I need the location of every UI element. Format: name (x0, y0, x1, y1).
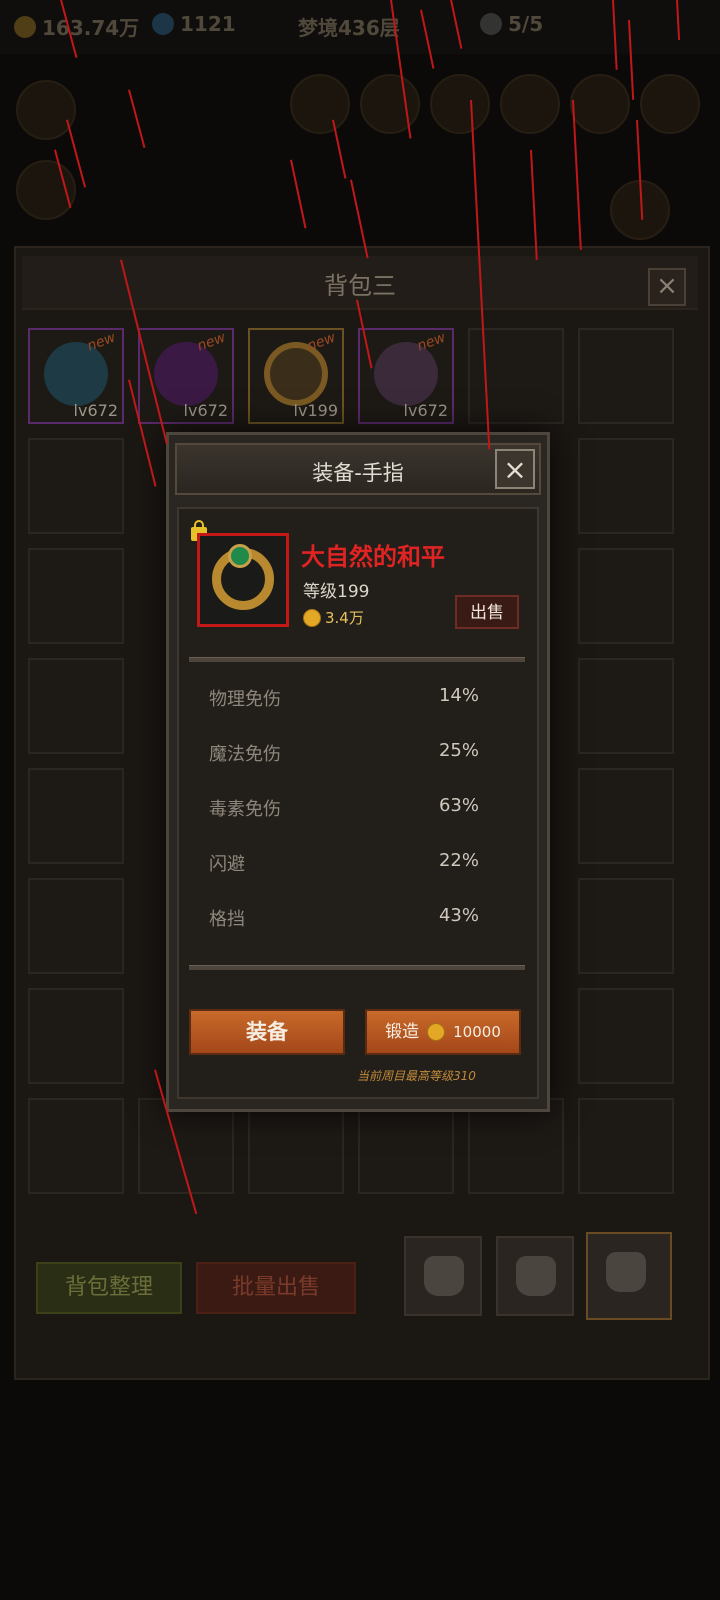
stat-row: 物理免伤 14% (209, 685, 479, 710)
sort-backpack-button[interactable]: 背包整理 (36, 1262, 182, 1314)
gem-counter: 1121 (152, 12, 236, 36)
bag-slot[interactable] (578, 878, 674, 974)
item-price: 3.4万 (303, 607, 364, 628)
skill-icon (570, 74, 630, 134)
modal-title: 装备-手指 (312, 461, 404, 485)
bag-slot[interactable] (358, 1098, 454, 1194)
backpack-close-button[interactable]: × (648, 268, 686, 306)
skill-icon (430, 74, 490, 134)
forge-button[interactable]: 锻造 10000 (365, 1009, 521, 1055)
max-level-note: 当前周目最高等级310 (357, 1069, 476, 1083)
modal-close-button[interactable]: × (495, 449, 535, 489)
batch-sell-button[interactable]: 批量出售 (196, 1262, 356, 1314)
skill-icon (500, 74, 560, 134)
bag-slot[interactable] (468, 1098, 564, 1194)
backpack-header: 背包三 × (22, 256, 698, 310)
bag-slot[interactable] (28, 658, 124, 754)
sell-button[interactable]: 出售 (455, 595, 519, 629)
coin-icon (427, 1023, 446, 1041)
gold-counter: 163.74万 (14, 12, 139, 41)
backpack-icon (516, 1256, 556, 1296)
bag-slot[interactable] (28, 768, 124, 864)
bag-slot[interactable] (28, 548, 124, 644)
gem-icon (228, 544, 252, 568)
divider (189, 657, 525, 662)
bag-slot[interactable] (578, 1098, 674, 1194)
bag-slot[interactable]: new lv672 (358, 328, 454, 424)
bag-slot[interactable] (578, 438, 674, 534)
coin-icon (303, 608, 321, 627)
bag-slot[interactable] (28, 438, 124, 534)
equipment-detail-modal: 装备-手指 × 大自然的和平 等级199 3.4万 出售 物理免伤 14% 魔法免… (166, 432, 550, 1112)
bag-slot[interactable] (578, 658, 674, 754)
item-icon (197, 533, 289, 627)
backpack-tab-1[interactable] (404, 1236, 482, 1316)
modal-header: 装备-手指 × (175, 443, 541, 495)
bag-slot[interactable]: new lv199 (248, 328, 344, 424)
item-name: 大自然的和平 (301, 543, 445, 571)
stage-label: 梦境436层 (298, 16, 400, 40)
bag-slot[interactable] (28, 988, 124, 1084)
stat-row: 格挡 43% (209, 905, 479, 930)
backpack-tab-3[interactable] (586, 1232, 672, 1320)
skill-icon (640, 74, 700, 134)
bag-slot[interactable] (28, 1098, 124, 1194)
stat-row: 魔法免伤 25% (209, 740, 479, 765)
stat-row: 闪避 22% (209, 850, 479, 875)
stat-row: 毒素免伤 63% (209, 795, 479, 820)
bag-slot[interactable]: new lv672 (138, 328, 234, 424)
divider (189, 965, 525, 970)
skill-icon (360, 74, 420, 134)
skull-icon (480, 13, 502, 35)
gem-icon (152, 13, 174, 35)
skull-counter: 5/5 (480, 12, 543, 36)
equip-button[interactable]: 装备 (189, 1009, 345, 1055)
bag-slot[interactable] (28, 878, 124, 974)
backpack-icon (606, 1252, 646, 1292)
hero-icon-row (0, 60, 720, 240)
bag-slot[interactable]: new lv672 (28, 328, 124, 424)
backpack-tab-2[interactable] (496, 1236, 574, 1316)
bag-slot[interactable] (578, 768, 674, 864)
backpack-icon (424, 1256, 464, 1296)
hero-portrait-icon (16, 80, 76, 140)
modal-body: 大自然的和平 等级199 3.4万 出售 物理免伤 14% 魔法免伤 25% 毒素免… (177, 507, 539, 1099)
item-level: 等级199 (303, 582, 370, 602)
bag-slot[interactable] (578, 328, 674, 424)
bag-slot[interactable] (248, 1098, 344, 1194)
bag-slot[interactable] (578, 548, 674, 644)
bag-slot[interactable] (578, 988, 674, 1084)
skill-icon (290, 74, 350, 134)
gold-coin-icon (14, 15, 36, 38)
